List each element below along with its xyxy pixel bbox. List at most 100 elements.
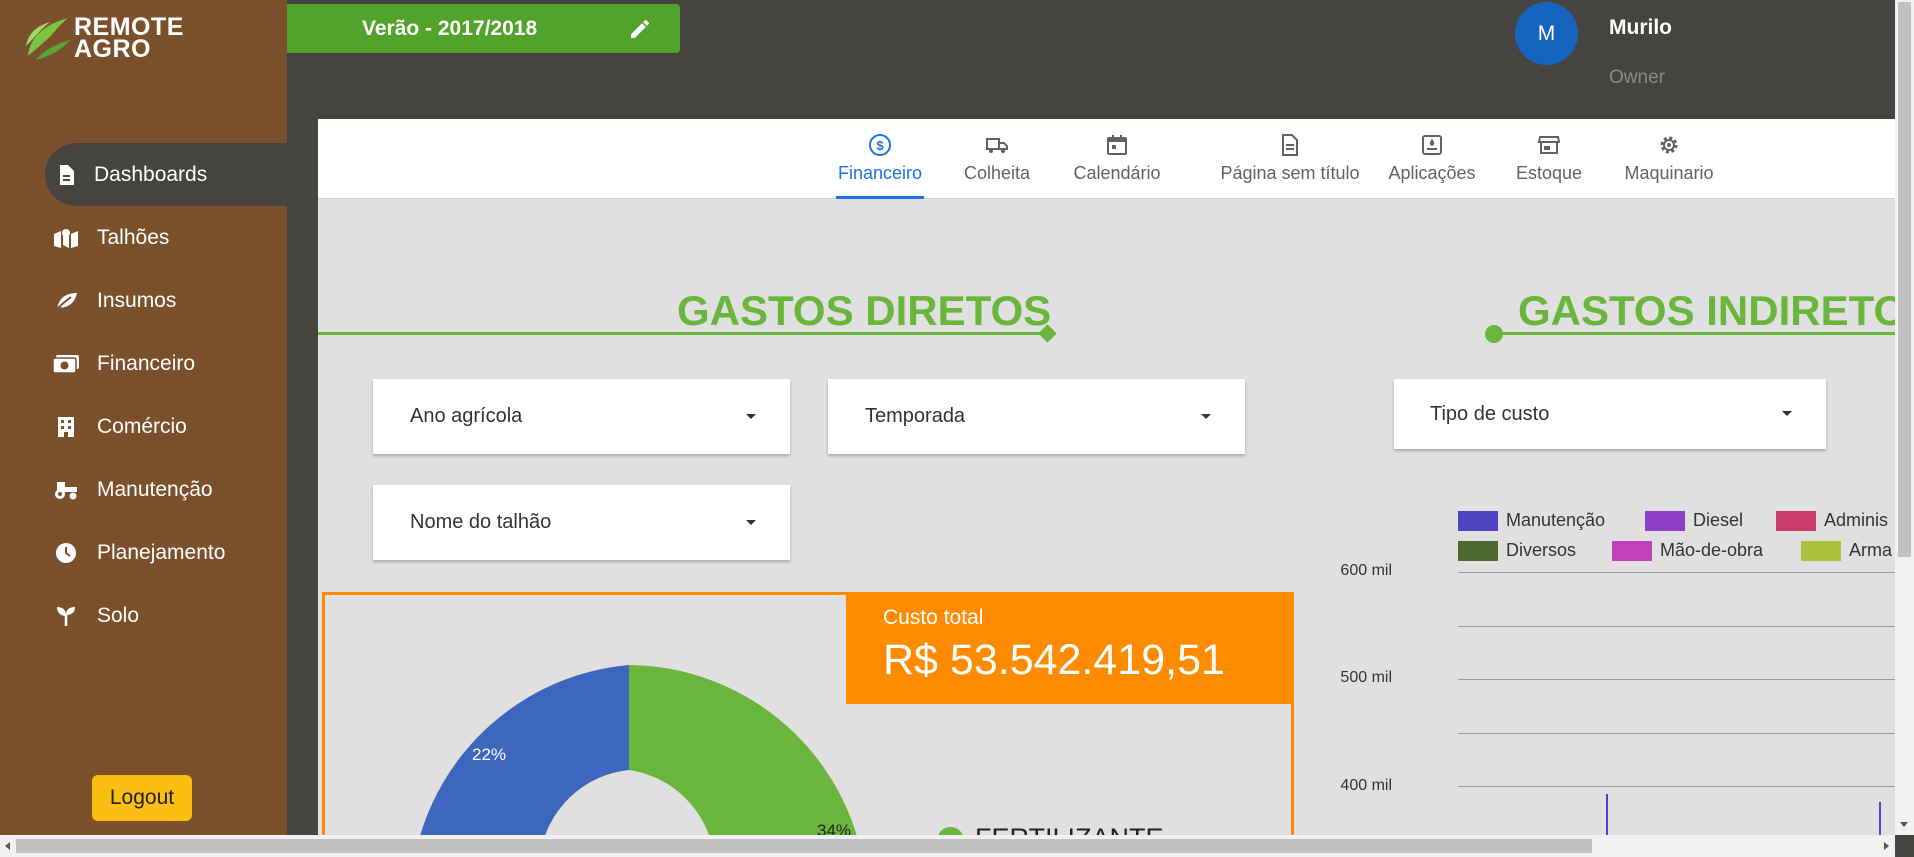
y-tick-label: 600 mil <box>1340 562 1392 579</box>
tab-calendario[interactable]: Calendário <box>1072 119 1162 199</box>
user-name: Murilo <box>1609 16 1672 39</box>
sidebar-item-label: Comércio <box>97 414 187 438</box>
tab-label: Colheita <box>963 163 1031 183</box>
document-icon <box>53 164 79 186</box>
sidebar-item-comercio[interactable]: Comércio <box>0 395 287 458</box>
sidebar-item-manutencao[interactable]: Manutenção <box>0 458 287 521</box>
sidebar-item-label: Talhões <box>97 225 170 249</box>
tab-financeiro[interactable]: $ Financeiro <box>836 119 924 199</box>
donut-slice-blue <box>420 665 629 835</box>
sidebar-nav: Dashboards Talhões Insumos Financeiro Co… <box>0 143 287 647</box>
season-label: Verão - 2017/2018 <box>362 16 538 40</box>
total-cost-value: R$ 53.542.419,51 <box>883 636 1225 684</box>
select-label: Tipo de custo <box>1430 402 1550 425</box>
total-cost-label: Custo total <box>883 606 984 629</box>
svg-text:$: $ <box>876 138 884 153</box>
select-label: Temporada <box>865 405 966 427</box>
scroll-down-arrow-icon[interactable] <box>1900 822 1908 827</box>
tab-pagina-sem-titulo[interactable]: Página sem título <box>1202 119 1378 199</box>
logout-button[interactable]: Logout <box>92 775 192 821</box>
season-selector[interactable]: Verão - 2017/2018 <box>287 4 680 53</box>
sidebar-item-label: Planejamento <box>97 540 226 564</box>
legend-item[interactable]: Mão-de-obra <box>1612 540 1763 561</box>
legend-swatch <box>1458 540 1498 561</box>
sidebar-item-solo[interactable]: Solo <box>0 584 287 647</box>
sidebar-item-planejamento[interactable]: Planejamento <box>0 521 287 584</box>
legend-swatch <box>1645 510 1685 531</box>
select-label: Nome do talhão <box>410 511 552 533</box>
vertical-scrollbar-thumb[interactable] <box>1898 2 1911 557</box>
caret-down-icon <box>1782 411 1792 416</box>
bar-mark <box>1606 794 1608 835</box>
leaf-logo-icon <box>26 18 70 60</box>
sidebar-item-label: Manutenção <box>97 477 213 501</box>
legend-item[interactable]: Adminis <box>1776 510 1888 531</box>
avatar[interactable]: M <box>1515 2 1578 65</box>
tab-label: Página sem título <box>1220 163 1360 183</box>
legend-label: Adminis <box>1824 510 1889 530</box>
legend-item[interactable]: Manutenção <box>1458 510 1605 531</box>
tab-aplicacoes[interactable]: Aplicações <box>1384 119 1480 199</box>
gridline <box>1458 679 1896 680</box>
direct-costs-heading: GASTOS DIRETOS <box>677 287 1052 334</box>
map-icon <box>53 227 79 249</box>
sidebar-item-label: Financeiro <box>97 351 196 375</box>
temporada-select[interactable]: Temporada <box>828 379 1245 454</box>
clock-icon <box>53 542 79 564</box>
truck-icon <box>986 138 1008 153</box>
pencil-icon[interactable] <box>628 17 652 41</box>
legend-label: Arma <box>1849 540 1893 560</box>
tab-colheita[interactable]: Colheita <box>962 119 1032 199</box>
sidebar-item-talhoes[interactable]: Talhões <box>0 206 287 269</box>
legend-item[interactable]: Diversos <box>1458 540 1576 561</box>
sidebar-item-label: Insumos <box>97 288 177 312</box>
legend-item[interactable]: Arma <box>1801 540 1892 561</box>
nome-talhao-select[interactable]: Nome do talhão <box>373 485 790 560</box>
legend-label: Mão-de-obra <box>1660 540 1764 560</box>
logo-text: REMOTE AGRO <box>74 15 184 63</box>
gear-icon <box>1660 136 1678 154</box>
horizontal-scrollbar-thumb[interactable] <box>16 839 1592 853</box>
sidebar-item-dashboards[interactable]: Dashboards <box>45 143 287 206</box>
tab-label: Aplicações <box>1388 163 1476 183</box>
ano-agricola-select[interactable]: Ano agrícola <box>373 379 790 454</box>
money-icon <box>53 353 79 375</box>
legend-fertilizante: FERTILIZANTE <box>975 823 1164 835</box>
page-icon <box>1282 134 1298 156</box>
gridline <box>1458 733 1896 734</box>
scroll-right-arrow-icon[interactable] <box>1884 842 1889 850</box>
sidebar: REMOTE AGRO Dashboards Talhões Insumos F… <box>0 0 287 857</box>
logo[interactable]: REMOTE AGRO <box>22 12 184 64</box>
indirect-costs-heading: GASTOS INDIRETOS <box>1518 287 1896 334</box>
caret-down-icon <box>746 519 756 525</box>
legend-swatch <box>1801 540 1841 561</box>
legend-swatch <box>1612 540 1652 561</box>
select-label: Ano agrícola <box>410 405 523 427</box>
direct-heading-line <box>318 332 1048 335</box>
slice-label-blue: 22% <box>472 745 506 764</box>
tab-label: Financeiro <box>837 163 923 183</box>
building-icon <box>53 416 79 438</box>
gridline <box>1458 572 1896 573</box>
sidebar-item-financeiro[interactable]: Financeiro <box>0 332 287 395</box>
tab-estoque[interactable]: Estoque <box>1514 119 1584 199</box>
y-tick-label: 400 mil <box>1340 777 1392 794</box>
scroll-left-arrow-icon[interactable] <box>5 842 10 850</box>
sidebar-item-insumos[interactable]: Insumos <box>0 269 287 332</box>
tab-bar: $ Financeiro Colheita Calendário Página … <box>318 119 1896 199</box>
tipo-custo-select[interactable]: Tipo de custo <box>1394 379 1826 449</box>
legend-item[interactable]: Diesel <box>1645 510 1743 531</box>
legend-swatch <box>1458 510 1498 531</box>
leaf-icon <box>53 290 79 312</box>
caret-down-icon <box>1201 413 1211 419</box>
legend-label: Diesel <box>1693 510 1744 530</box>
slice-label-green: 34% <box>817 821 851 835</box>
donut-slice-green <box>629 665 857 835</box>
tab-maquinario[interactable]: Maquinario <box>1620 119 1718 199</box>
tractor-icon <box>53 479 79 501</box>
logo-line2: AGRO <box>74 35 151 63</box>
tab-label: Calendário <box>1073 163 1161 183</box>
application-icon <box>1422 135 1442 155</box>
gridline <box>1458 626 1896 627</box>
sidebar-item-label: Dashboards <box>94 162 208 186</box>
